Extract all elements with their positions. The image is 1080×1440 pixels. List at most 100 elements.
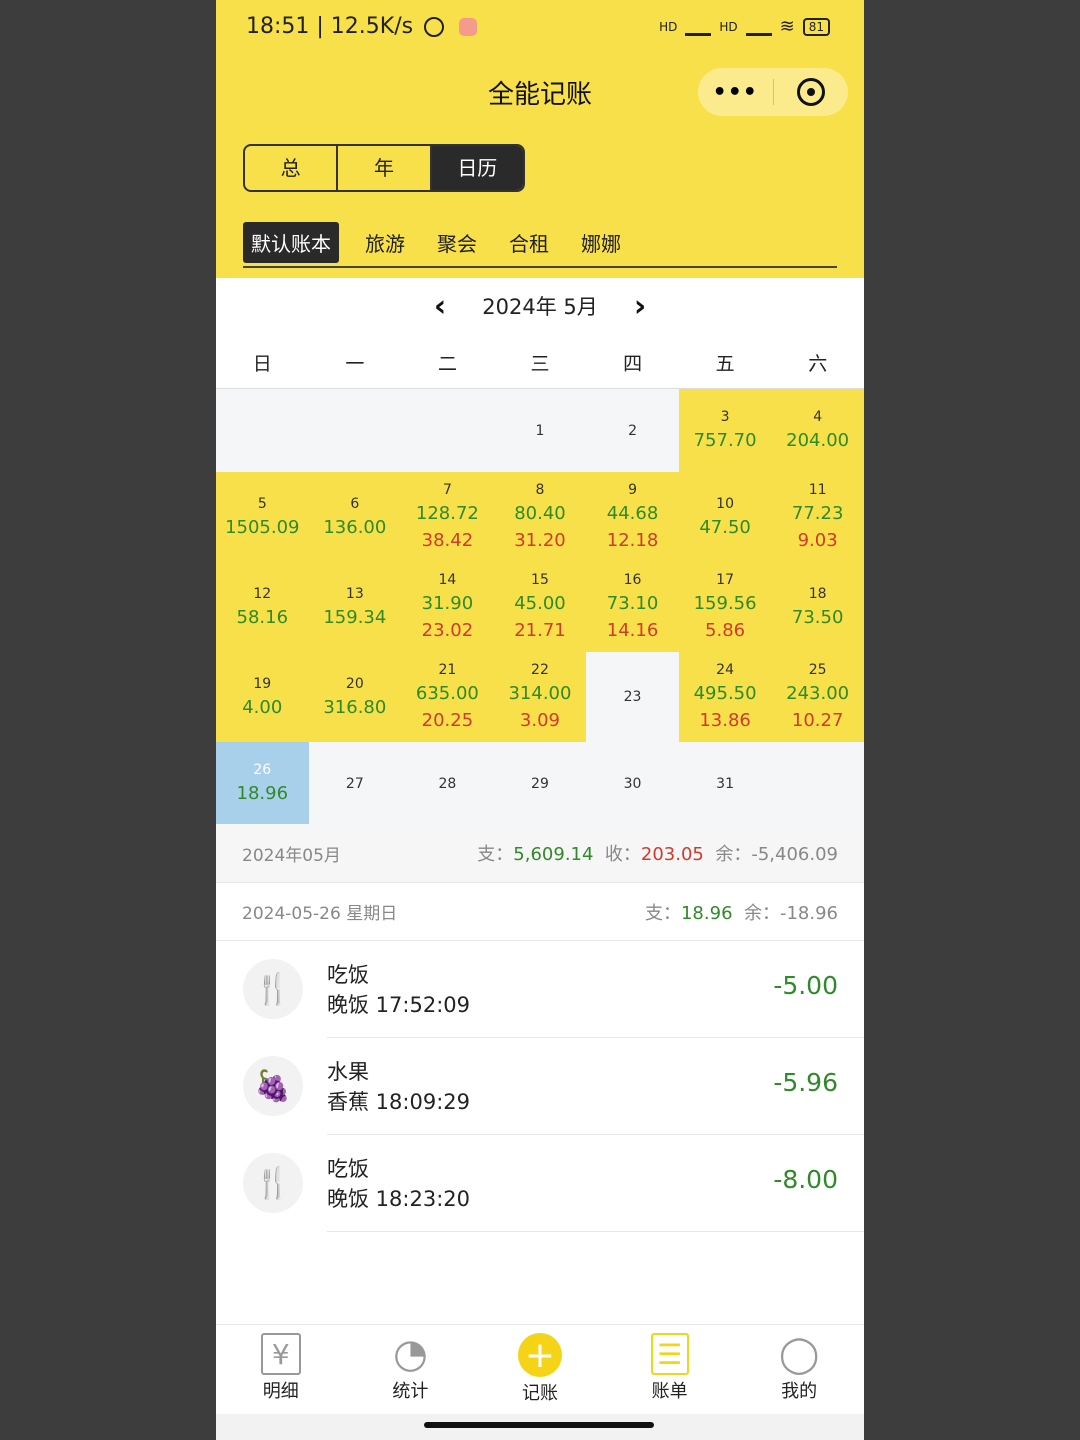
calendar-day-number: 2 bbox=[628, 422, 637, 439]
calendar-day-number: 7 bbox=[442, 482, 452, 498]
close-mini-program-button[interactable] bbox=[774, 78, 849, 106]
book-tab-shared-rent[interactable]: 合租 bbox=[503, 224, 555, 261]
calendar-day-number: 22 bbox=[531, 662, 549, 678]
segment-calendar[interactable]: 日历 bbox=[431, 146, 523, 190]
calendar-day-cell[interactable]: 21 635.00 20.25 bbox=[401, 652, 494, 742]
transaction-row[interactable]: 🍴 吃饭 晚饭 18:23:20 -8.00 bbox=[216, 1135, 864, 1232]
calendar-day-income: 9.03 bbox=[797, 530, 838, 551]
book-tab-party[interactable]: 聚会 bbox=[431, 224, 483, 261]
calendar-day-number: 8 bbox=[535, 482, 545, 498]
transaction-category: 吃饭 bbox=[327, 963, 369, 987]
tab-add-record[interactable]: + 记账 bbox=[475, 1325, 605, 1415]
calendar-day-number: 30 bbox=[623, 775, 642, 792]
calendar-day-cell[interactable]: 6 136.00 bbox=[308, 472, 402, 562]
calendar-day-cell[interactable]: 10 47.50 bbox=[678, 472, 772, 562]
day-summary-label: 2024-05-26 星期日 bbox=[242, 904, 398, 924]
calendar-day-cell[interactable]: 29 bbox=[493, 742, 587, 825]
calendar-day-cell[interactable]: 18 73.50 bbox=[771, 562, 864, 652]
book-tab-default[interactable]: 默认账本 bbox=[243, 221, 339, 263]
month-expense: 5,609.14 bbox=[513, 844, 594, 865]
calendar-day-income: 5.86 bbox=[705, 620, 746, 641]
calendar-day-cell[interactable]: 11 77.23 9.03 bbox=[771, 472, 864, 562]
calendar-day-expense: 73.10 bbox=[606, 593, 659, 614]
calendar-day-number: 5 bbox=[257, 495, 267, 512]
tab-statistics[interactable]: ◔ 统计 bbox=[346, 1325, 476, 1415]
calendar-day-cell[interactable]: 9 44.68 12.18 bbox=[586, 472, 679, 562]
calendar-day-number: 26 bbox=[253, 762, 272, 778]
tab-bills[interactable]: ☰ 账单 bbox=[605, 1325, 735, 1415]
weekday-label: 三 bbox=[530, 353, 550, 375]
calendar-day-expense: 1505.09 bbox=[225, 516, 300, 538]
calendar-day-number: 23 bbox=[623, 689, 642, 705]
expense-label: 支： bbox=[644, 902, 681, 924]
calendar-day-cell[interactable]: 19 4.00 bbox=[216, 652, 309, 742]
next-month-icon[interactable]: › bbox=[610, 289, 670, 324]
calendar-day-cell[interactable]: 28 bbox=[401, 742, 494, 825]
transaction-note: 晚饭 17:52:09 bbox=[327, 993, 470, 1017]
calendar-day-income: 31.20 bbox=[514, 530, 566, 551]
prev-month-icon[interactable]: ‹ bbox=[410, 289, 470, 324]
calendar-day-number: 16 bbox=[623, 572, 642, 588]
utensils-icon: 🍴 bbox=[243, 959, 303, 1019]
segment-year[interactable]: 年 bbox=[338, 146, 432, 190]
month-navigator: ‹ 2024年 5月 › bbox=[216, 278, 864, 334]
calendar-day-expense: 18.96 bbox=[236, 783, 289, 804]
wifi-icon: ≋ bbox=[779, 16, 795, 37]
bill-icon: ☰ bbox=[650, 1333, 689, 1375]
status-bar-right: HD HD ≋ 81 bbox=[659, 16, 830, 37]
calendar-day-cell[interactable]: 26 18.96 bbox=[216, 742, 309, 825]
calendar-day-cell[interactable]: 24 495.50 13.86 bbox=[678, 652, 772, 742]
tab-details[interactable]: ¥ 明细 bbox=[216, 1325, 346, 1415]
account-book-tabs: 默认账本 旅游 聚会 合租 娜娜 bbox=[243, 218, 837, 268]
calendar-day-number: 24 bbox=[716, 662, 734, 678]
book-tab-travel[interactable]: 旅游 bbox=[359, 224, 411, 261]
calendar-day-cell[interactable]: 4 204.00 bbox=[771, 389, 864, 472]
calendar-day-cell[interactable]: 3 757.70 bbox=[678, 389, 772, 472]
segment-total[interactable]: 总 bbox=[245, 146, 339, 190]
calendar-day-expense: 128.72 bbox=[415, 503, 479, 524]
calendar-day-cell[interactable]: 22 314.00 3.09 bbox=[493, 652, 587, 742]
add-icon: + bbox=[517, 1333, 562, 1377]
calendar-day-income: 13.86 bbox=[699, 710, 751, 731]
calendar-day-income: 3.09 bbox=[519, 710, 560, 731]
calendar-day-cell[interactable]: 17 159.56 5.86 bbox=[678, 562, 772, 652]
calendar-day-expense: 73.50 bbox=[791, 606, 844, 628]
tab-profile[interactable]: ◯ 我的 bbox=[734, 1325, 864, 1415]
calendar-day-cell[interactable]: 16 73.10 14.16 bbox=[586, 562, 679, 652]
calendar-day-cell[interactable]: 14 31.90 23.02 bbox=[401, 562, 494, 652]
calendar-day-expense: 495.50 bbox=[693, 683, 757, 704]
calendar-day-expense: 635.00 bbox=[415, 683, 479, 704]
calendar-day-cell[interactable]: 25 243.00 10.27 bbox=[771, 652, 864, 742]
signal-hd-label-1: HD bbox=[659, 19, 678, 34]
calendar-day-expense: 31.90 bbox=[421, 593, 474, 614]
calendar-day-cell[interactable]: 8 80.40 31.20 bbox=[493, 472, 587, 562]
transaction-row[interactable]: 🍇 水果 香蕉 18:09:29 -5.96 bbox=[216, 1038, 864, 1135]
home-indicator[interactable] bbox=[424, 1422, 654, 1428]
transaction-row[interactable]: 🍴 吃饭 晚饭 17:52:09 -5.00 bbox=[216, 941, 864, 1038]
bottom-tab-bar: ¥ 明细 ◔ 统计 + 记账 ☰ 账单 ◯ 我的 bbox=[216, 1324, 864, 1415]
calendar-day-number: 9 bbox=[628, 482, 637, 498]
book-tab-nana[interactable]: 娜娜 bbox=[575, 224, 627, 261]
calendar-day-cell[interactable]: 1 bbox=[493, 389, 587, 472]
calendar-day-cell[interactable]: 15 45.00 21.71 bbox=[493, 562, 587, 652]
calendar-empty-cell bbox=[771, 742, 864, 825]
calendar-day-cell[interactable]: 5 1505.09 bbox=[216, 472, 309, 562]
calendar-day-cell[interactable]: 23 bbox=[586, 652, 679, 742]
weekday-label: 日 bbox=[252, 353, 272, 375]
calendar-day-cell[interactable]: 20 316.80 bbox=[308, 652, 402, 742]
transaction-note: 香蕉 18:09:29 bbox=[327, 1090, 470, 1114]
divider bbox=[327, 1231, 864, 1232]
calendar-day-cell[interactable]: 30 bbox=[586, 742, 679, 825]
calendar-day-cell[interactable]: 2 bbox=[586, 389, 679, 472]
calendar-day-cell[interactable]: 13 159.34 bbox=[308, 562, 402, 652]
alarm-icon bbox=[424, 17, 445, 37]
calendar-day-number: 13 bbox=[345, 585, 364, 602]
transaction-amount: -8.00 bbox=[773, 1165, 838, 1194]
calendar-day-cell[interactable]: 31 bbox=[678, 742, 772, 825]
calendar-day-number: 31 bbox=[716, 775, 734, 792]
calendar-day-cell[interactable]: 27 bbox=[308, 742, 402, 825]
calendar-day-expense: 314.00 bbox=[508, 683, 572, 704]
calendar-day-cell[interactable]: 7 128.72 38.42 bbox=[401, 472, 494, 562]
more-options-button[interactable]: ••• bbox=[698, 80, 773, 105]
calendar-day-cell[interactable]: 12 58.16 bbox=[216, 562, 309, 652]
